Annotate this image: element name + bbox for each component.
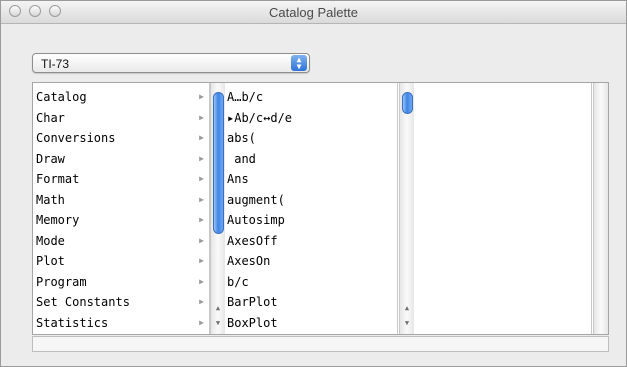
command-column: A…b/c ▸Ab/c↔d/e abs( and Ans augment( Au… xyxy=(225,83,398,334)
category-label: Draw xyxy=(36,151,65,166)
catalog-browser: Catalog ▶ Char ▶ Conversions ▶ Draw ▶ Format… xyxy=(32,82,609,335)
submenu-arrow-icon: ▶ xyxy=(199,112,204,122)
command-item[interactable]: ▸Ab/c↔d/e xyxy=(227,108,397,129)
category-label: Plot xyxy=(36,254,65,268)
catalog-palette-window: Catalog Palette TI-73 ▲ ▼ Catalog ▶ Char ▶ … xyxy=(0,0,627,367)
empty-column xyxy=(415,83,592,334)
submenu-arrow-icon: ▶ xyxy=(199,276,204,286)
category-item[interactable]: Plot ▶ xyxy=(36,251,208,272)
scroll-down-icon[interactable]: ▼ xyxy=(213,319,223,327)
category-item[interactable]: Set Constants ▶ xyxy=(36,292,208,313)
category-item[interactable]: Program ▶ xyxy=(36,272,208,293)
category-item[interactable]: Statistics ▶ xyxy=(36,313,208,334)
command-item[interactable]: Ans xyxy=(227,169,397,190)
submenu-arrow-icon: ▶ xyxy=(199,215,204,224)
category-item[interactable]: Draw ▶ xyxy=(36,149,208,170)
category-label: Catalog xyxy=(36,90,87,104)
category-label: Conversions xyxy=(36,131,116,145)
submenu-arrow-icon: ▶ xyxy=(199,133,204,142)
category-item[interactable]: Math ▶ xyxy=(36,190,208,211)
category-label: Format xyxy=(36,172,80,186)
command-item[interactable]: augment( xyxy=(227,190,397,211)
scroll-up-icon[interactable]: ▲ xyxy=(402,304,412,312)
command-item[interactable]: Autosimp xyxy=(227,210,397,231)
category-column: Catalog ▶ Char ▶ Conversions ▶ Draw ▶ Format… xyxy=(33,83,210,334)
category-item[interactable]: Char ▶ xyxy=(36,108,208,129)
title-bar[interactable]: Catalog Palette xyxy=(1,1,626,24)
category-item[interactable]: Conversions ▶ xyxy=(36,128,208,149)
category-scrollbar[interactable]: ▲ ▼ xyxy=(210,83,225,334)
category-label: Memory xyxy=(36,213,80,227)
scroll-down-icon[interactable]: ▼ xyxy=(402,319,412,327)
submenu-arrow-icon: ▶ xyxy=(199,92,204,101)
command-scrollbar[interactable]: ▲ ▼ xyxy=(399,83,414,334)
category-item[interactable]: Memory ▶ xyxy=(36,210,208,231)
category-label: Set Constants xyxy=(36,295,130,309)
category-label: Program xyxy=(36,274,87,289)
category-label: Mode xyxy=(36,233,65,248)
category-item[interactable]: Format ▶ xyxy=(36,169,208,190)
submenu-arrow-icon: ▶ xyxy=(199,194,204,204)
command-item[interactable]: and xyxy=(227,149,397,170)
submenu-arrow-icon: ▶ xyxy=(199,317,204,327)
category-label: Char xyxy=(36,110,65,125)
command-item[interactable]: BoxPlot xyxy=(227,313,397,334)
scroll-up-icon[interactable]: ▲ xyxy=(213,304,223,312)
command-item[interactable]: A…b/c xyxy=(227,87,397,108)
submenu-arrow-icon: ▶ xyxy=(199,235,204,245)
submenu-arrow-icon: ▶ xyxy=(199,297,204,306)
model-select-value: TI-73 xyxy=(41,57,70,71)
model-select[interactable]: TI-73 ▲ ▼ xyxy=(32,53,310,73)
empty-scrollbar xyxy=(593,83,608,334)
command-item[interactable]: abs( xyxy=(227,128,397,149)
category-item[interactable]: Catalog ▶ xyxy=(36,87,208,108)
command-item[interactable]: BarPlot xyxy=(227,292,397,313)
category-label: Statistics xyxy=(36,315,109,330)
category-scroll-thumb[interactable] xyxy=(213,92,224,234)
category-label: Math xyxy=(36,192,65,207)
submenu-arrow-icon: ▶ xyxy=(199,153,204,163)
popup-arrows-icon: ▲ ▼ xyxy=(291,55,307,71)
submenu-arrow-icon: ▶ xyxy=(199,256,204,265)
status-bar xyxy=(32,336,609,352)
category-item[interactable]: Mode ▶ xyxy=(36,231,208,252)
command-scroll-thumb[interactable] xyxy=(402,92,413,114)
command-item[interactable]: AxesOff xyxy=(227,231,397,252)
submenu-arrow-icon: ▶ xyxy=(199,174,204,183)
command-item[interactable]: b/c xyxy=(227,272,397,293)
command-item[interactable]: AxesOn xyxy=(227,251,397,272)
window-title: Catalog Palette xyxy=(269,5,358,20)
